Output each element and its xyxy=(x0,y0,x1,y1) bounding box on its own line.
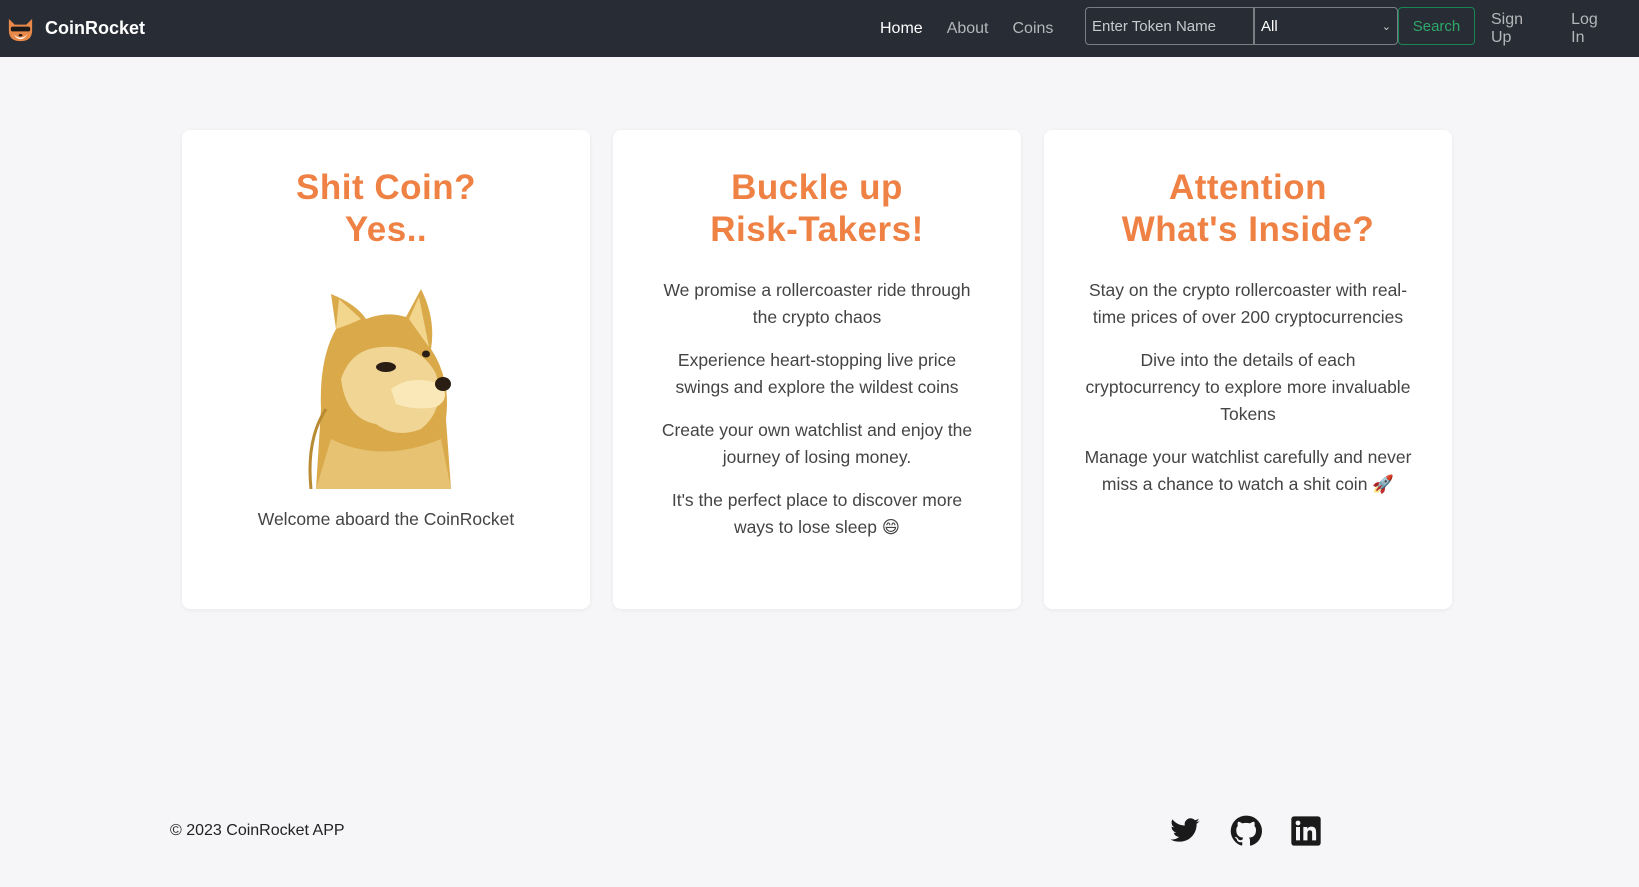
nav-home[interactable]: Home xyxy=(880,20,923,38)
card-title: Buckle up Risk-Takers! xyxy=(710,168,924,249)
twitter-icon[interactable] xyxy=(1169,815,1201,847)
auth-links: Sign Up Log In xyxy=(1491,0,1639,57)
card-paragraph: Create your own watchlist and enjoy the … xyxy=(661,420,973,467)
category-select[interactable]: All ⌄ xyxy=(1254,7,1398,45)
nav-coins[interactable]: Coins xyxy=(1013,20,1054,38)
card-paragraph: Experience heart-stopping live price swi… xyxy=(675,350,959,397)
doge-image xyxy=(308,289,451,489)
search-button[interactable]: Search xyxy=(1398,7,1475,45)
card-title: Shit Coin? Yes.. xyxy=(296,168,476,249)
footer-copyright: © 2023 CoinRocket APP xyxy=(170,822,345,839)
chevron-down-icon: ⌄ xyxy=(1381,20,1391,33)
main-nav: Home About Coins xyxy=(880,0,1077,57)
linkedin-icon[interactable] xyxy=(1290,815,1322,847)
nav-about[interactable]: About xyxy=(947,20,989,38)
card-text: Stay on the crypto rollercoaster with re… xyxy=(1044,277,1452,498)
card-attention: Attention What's Inside? Stay on the cry… xyxy=(1044,130,1452,609)
top-navbar: CoinRocket Home About Coins All ⌄ Search… xyxy=(0,0,1639,57)
card-text: We promise a rollercoaster ride through … xyxy=(613,277,1021,541)
signup-link[interactable]: Sign Up xyxy=(1491,11,1547,47)
card-paragraph: Stay on the crypto rollercoaster with re… xyxy=(1088,280,1408,327)
brand-link[interactable]: CoinRocket xyxy=(5,13,145,44)
shiba-logo-icon xyxy=(8,18,33,42)
card-paragraph: We promise a rollercoaster ride through … xyxy=(663,280,971,327)
card-paragraph: Dive into the details of each cryptocurr… xyxy=(1085,350,1411,424)
card-paragraph: Manage your watchlist carefully and neve… xyxy=(1084,447,1412,494)
card-shit-coin: Shit Coin? Yes.. Welcome aboard the Coin… xyxy=(182,130,590,609)
github-icon[interactable] xyxy=(1230,815,1262,847)
card-paragraph: It's the perfect place to discover more … xyxy=(671,490,963,537)
card-title: Attention What's Inside? xyxy=(1121,168,1375,249)
card-buckle-up: Buckle up Risk-Takers! We promise a roll… xyxy=(613,130,1021,609)
token-search-input[interactable] xyxy=(1085,7,1254,45)
login-link[interactable]: Log In xyxy=(1571,11,1615,47)
category-selected-value: All xyxy=(1261,17,1278,35)
welcome-caption: Welcome aboard the CoinRocket xyxy=(257,509,515,529)
brand-name: CoinRocket xyxy=(45,18,146,38)
